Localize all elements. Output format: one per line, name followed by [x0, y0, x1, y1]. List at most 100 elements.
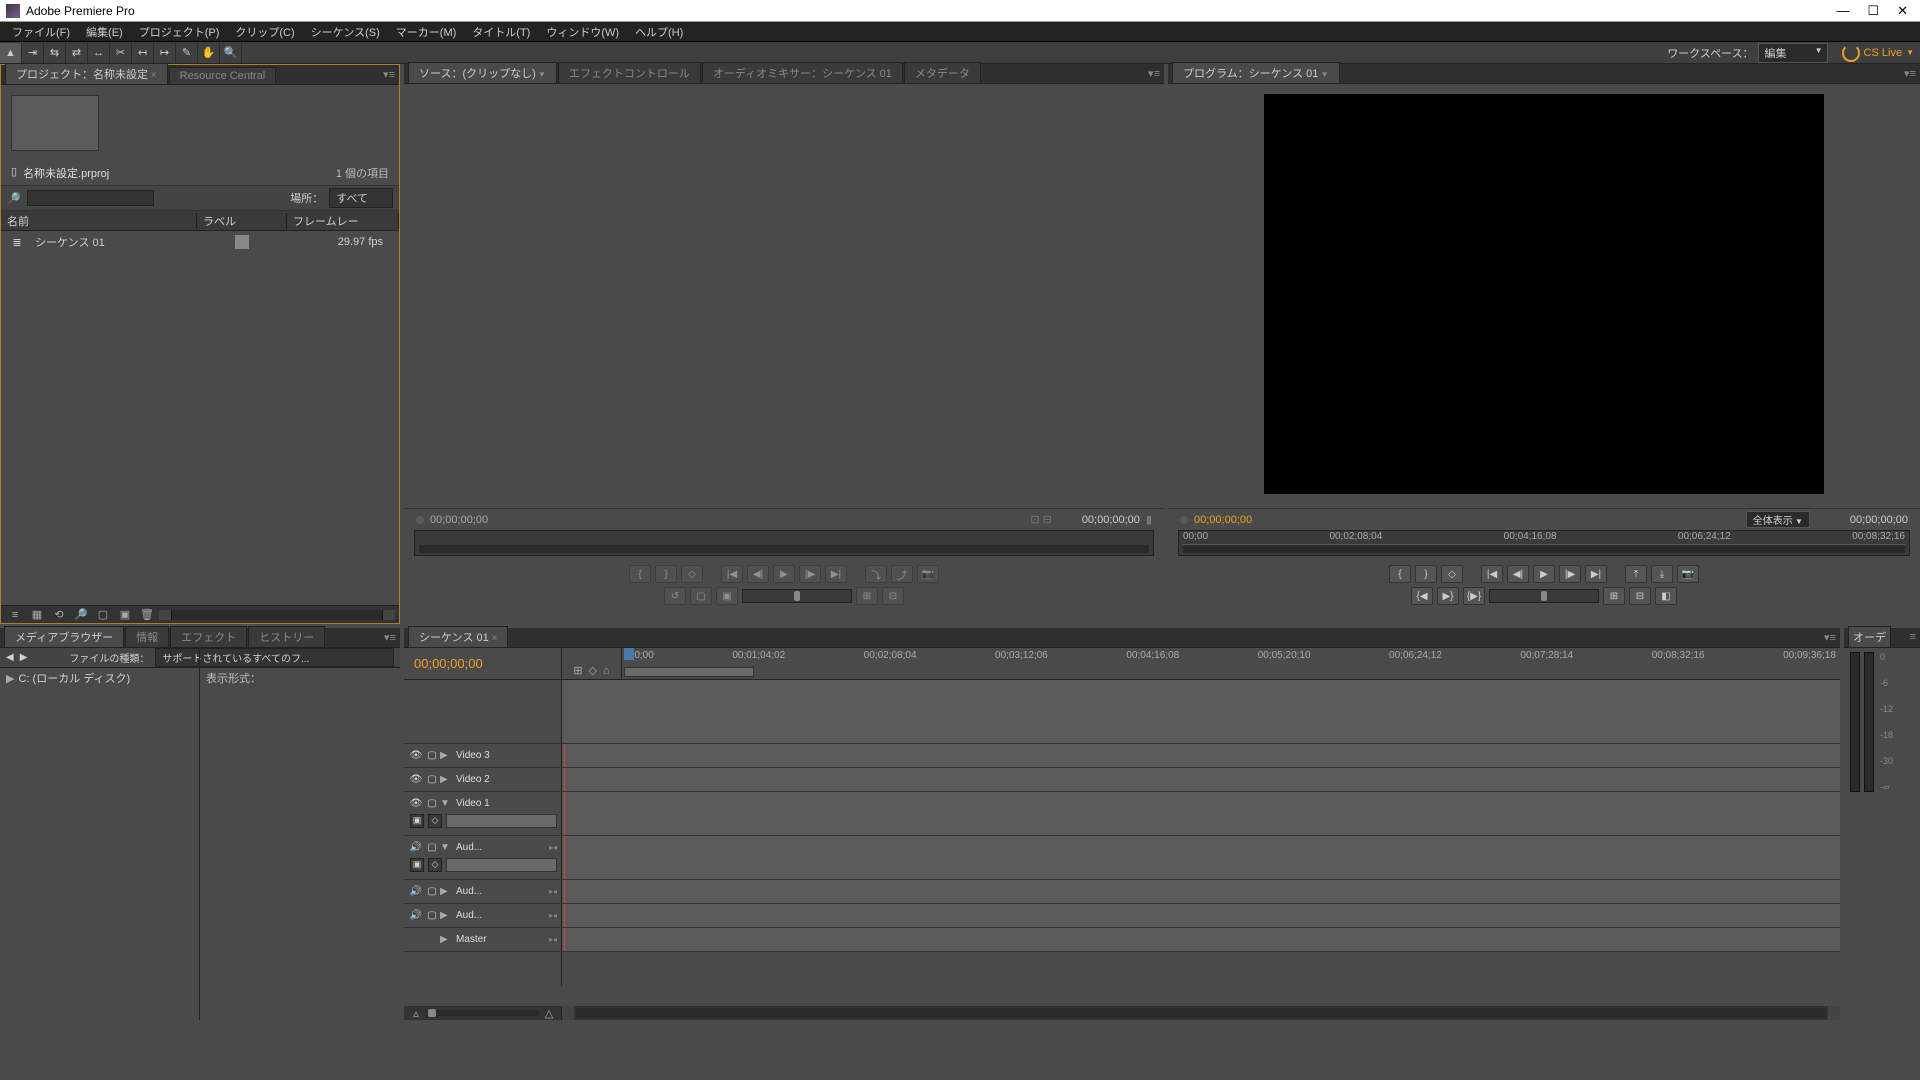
export-frame-button[interactable]: 📷 — [917, 565, 939, 583]
razor-tool[interactable]: ✂ — [110, 43, 132, 63]
menu-marker[interactable]: マーカー(M) — [388, 24, 465, 40]
timeline-ruler[interactable]: ;00;00 00;01;04;02 00;02;08;04 00;03;12;… — [622, 648, 1840, 679]
step-fwd-button[interactable]: |▶ — [799, 565, 821, 583]
zoom-out-icon[interactable]: ▵ — [410, 1007, 422, 1020]
fit-icon[interactable]: ⊡ ⊟ — [1030, 513, 1052, 526]
marker-button[interactable]: ◇ — [1441, 565, 1463, 583]
track-target-icon[interactable]: ▣ — [410, 858, 424, 872]
tab-audio-meter[interactable]: オーデ — [1848, 626, 1891, 647]
tab-effect-controls[interactable]: エフェクトコントロール — [558, 62, 701, 83]
list-view-icon[interactable]: ≡ — [7, 608, 23, 622]
menu-window[interactable]: ウィンドウ(W) — [538, 24, 627, 40]
color-button[interactable]: ◧ — [1655, 587, 1677, 605]
track-lane[interactable] — [562, 768, 1840, 791]
go-to-prev-edit-button[interactable]: |◀ — [1481, 565, 1503, 583]
hand-tool[interactable]: ✋ — [198, 43, 220, 63]
mute-icon[interactable]: 🔊 — [408, 886, 424, 897]
rolling-edit-tool[interactable]: ⇄ — [66, 43, 88, 63]
play-in-out-button[interactable]: {▶} — [1463, 587, 1485, 605]
step-fwd-button[interactable]: |▶ — [1559, 565, 1581, 583]
mark-out-button[interactable]: } — [655, 565, 677, 583]
track-twirl-icon[interactable]: ▼ — [440, 842, 452, 853]
icon-view-icon[interactable]: ▦ — [29, 608, 45, 622]
find-icon[interactable]: 🔎 — [73, 608, 89, 622]
menu-project[interactable]: プロジェクト(P) — [131, 24, 228, 40]
go-to-out-button[interactable]: ▶| — [825, 565, 847, 583]
project-column-header[interactable]: 名前 ラベル フレームレー — [1, 211, 399, 231]
track-lane[interactable] — [562, 792, 1840, 835]
extract-button[interactable]: ⤓ — [1651, 565, 1673, 583]
toggle-output-icon[interactable]: 👁 — [408, 750, 424, 761]
overwrite-button[interactable]: ⤴ — [891, 565, 913, 583]
insert-button[interactable]: ⤵ — [865, 565, 887, 583]
track-twirl-icon[interactable]: ▶ — [440, 886, 452, 897]
track-twirl-icon[interactable]: ▶ — [440, 750, 452, 761]
menu-edit[interactable]: 編集(E) — [78, 24, 131, 40]
keyframe-lane[interactable] — [446, 814, 557, 828]
sync-lock-icon[interactable]: ▢ — [424, 910, 440, 921]
mute-icon[interactable]: 🔊 — [408, 910, 424, 921]
panel-menu-icon[interactable]: ▾≡ — [1148, 67, 1160, 80]
marker-icon[interactable]: ◇ — [589, 664, 597, 677]
zoom-tool[interactable]: 🔍 — [220, 43, 242, 63]
timeline-current-tc[interactable]: 00;00;00;00 — [414, 656, 483, 671]
output-button[interactable]: ▣ — [716, 587, 738, 605]
loop-button[interactable]: ↺ — [664, 587, 686, 605]
tab-source[interactable]: ソース：(クリップなし) — [408, 62, 557, 83]
snap-icon[interactable]: ⊞ — [573, 664, 582, 677]
safe-margins-button[interactable]: ▢ — [690, 587, 712, 605]
automate-icon[interactable]: ⟲ — [51, 608, 67, 622]
tab-metadata[interactable]: メタデータ — [904, 62, 981, 83]
selection-tool[interactable]: ▲ — [0, 43, 22, 63]
menu-file[interactable]: ファイル(F) — [4, 24, 78, 40]
go-to-next-edit-button[interactable]: ▶| — [1585, 565, 1607, 583]
mark-out-button[interactable]: } — [1415, 565, 1437, 583]
project-item-row[interactable]: ≣ シーケンス 01 29.97 fps — [1, 231, 399, 253]
program-time-ruler[interactable]: 00;00 00;02;08;04 00;04;16;08 00;06;24;1… — [1178, 530, 1910, 556]
project-hscroll[interactable] — [171, 610, 383, 620]
source-current-tc[interactable]: 00;00;00;00 — [430, 514, 488, 526]
mark-in-button[interactable]: { — [1389, 565, 1411, 583]
delete-icon[interactable]: 🗑 — [139, 608, 155, 622]
sync-lock-icon[interactable]: ▢ — [424, 842, 440, 853]
source-viewer[interactable] — [404, 84, 1164, 504]
track-lane[interactable] — [562, 836, 1840, 879]
program-zoom-selector[interactable]: 全体表示 — [1746, 511, 1810, 528]
track-twirl-icon[interactable]: ▼ — [440, 798, 452, 809]
mute-icon[interactable]: 🔊 — [408, 842, 424, 853]
jog-shuttle[interactable] — [742, 589, 852, 603]
search-icon[interactable]: 🔎 — [7, 192, 21, 205]
sync-lock-icon[interactable]: ▢ — [424, 750, 440, 761]
safe-margins-button[interactable]: ▶} — [1437, 587, 1459, 605]
settings-icon[interactable]: ⌂ — [603, 665, 610, 677]
track-lane[interactable] — [562, 928, 1840, 951]
keyframe-lane[interactable] — [446, 858, 557, 872]
panel-menu-icon[interactable]: ▾≡ — [1904, 67, 1916, 80]
play-button[interactable]: ▶ — [1533, 565, 1555, 583]
lift-button[interactable]: ⤒ — [1625, 565, 1647, 583]
export-frame-button[interactable]: 📷 — [1677, 565, 1699, 583]
maximize-button[interactable]: ☐ — [1867, 3, 1879, 19]
panel-menu-icon[interactable]: ▾≡ — [1824, 631, 1836, 644]
panel-menu-icon[interactable]: ▾≡ — [383, 68, 395, 81]
toggle-output-icon[interactable]: 👁 — [408, 798, 424, 809]
ripple-edit-tool[interactable]: ⇆ — [44, 43, 66, 63]
col-label[interactable]: ラベル — [197, 213, 287, 229]
keyframe-icon[interactable]: ◇ — [428, 858, 442, 872]
step-back-button[interactable]: ◀| — [747, 565, 769, 583]
playhead-icon[interactable] — [624, 648, 634, 660]
project-search-input[interactable] — [27, 190, 154, 206]
loop-button[interactable]: {◀ — [1411, 587, 1433, 605]
minimize-button[interactable]: — — [1836, 3, 1849, 19]
panel-menu-icon[interactable]: ▾≡ — [384, 631, 396, 644]
toggle-multi-button[interactable]: ⊟ — [882, 587, 904, 605]
workspace-selector[interactable]: 編集 — [1758, 43, 1828, 63]
toggle-av-button[interactable]: ⊞ — [856, 587, 878, 605]
multicam-button[interactable]: ⊟ — [1629, 587, 1651, 605]
tab-program[interactable]: プログラム：シーケンス 01 — [1172, 62, 1340, 83]
track-lane[interactable] — [562, 880, 1840, 903]
close-button[interactable]: ✕ — [1897, 3, 1908, 19]
step-back-button[interactable]: ◀| — [1507, 565, 1529, 583]
timeline-hscroll[interactable] — [576, 1008, 1826, 1018]
keyframe-icon[interactable]: ◇ — [428, 814, 442, 828]
